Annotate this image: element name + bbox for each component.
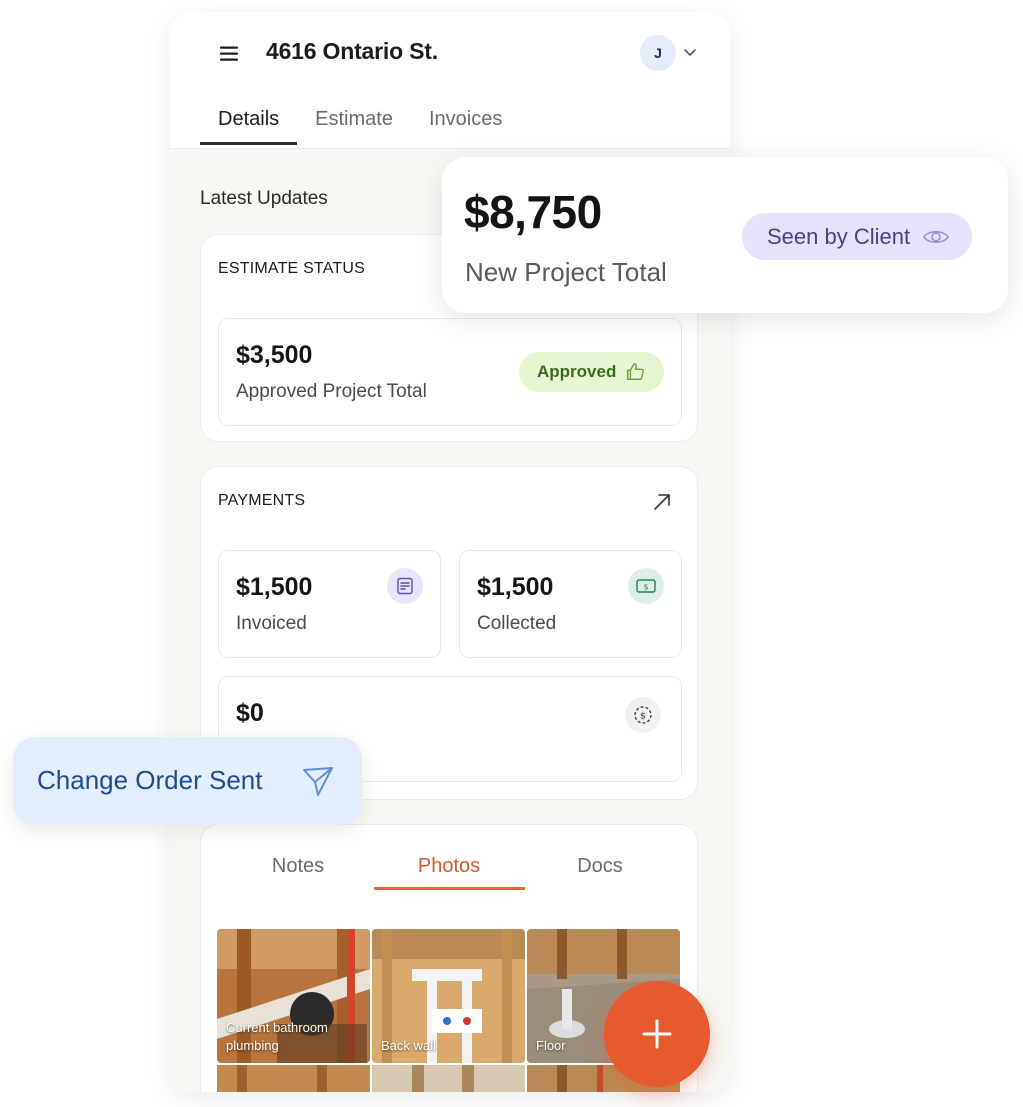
- plus-icon: [642, 1019, 672, 1049]
- remaining-amount: $0: [236, 699, 264, 727]
- invoiced-tile[interactable]: $1,500 Invoiced: [218, 550, 441, 658]
- add-button[interactable]: [604, 981, 710, 1087]
- estimate-status-title: ESTIMATE STATUS: [218, 260, 366, 277]
- tab-photos[interactable]: Photos: [373, 855, 525, 890]
- invoiced-amount: $1,500: [236, 573, 313, 601]
- tab-details[interactable]: Details: [200, 108, 298, 145]
- photo-bathroom-plumbing[interactable]: Current bathroom plumbing: [217, 929, 370, 1063]
- photo-image: [217, 1065, 370, 1092]
- change-order-label: Change Order Sent: [37, 765, 263, 795]
- hamburger-icon[interactable]: [218, 42, 242, 66]
- photo-back-wall[interactable]: Back wall: [372, 929, 525, 1063]
- send-icon: [303, 767, 333, 796]
- photo-image: [372, 1065, 525, 1092]
- tab-estimate[interactable]: Estimate: [297, 108, 411, 143]
- media-tab-bar: Notes Photos Docs: [201, 855, 697, 890]
- project-title: 4616 Ontario St.: [266, 38, 438, 64]
- top-bar: 4616 Ontario St. J Details Estimate Invo…: [170, 12, 730, 149]
- dollar-cycle-icon: $: [625, 697, 661, 733]
- thumbs-up-icon: [627, 363, 645, 381]
- new-total-label: New Project Total: [465, 257, 667, 287]
- tab-docs[interactable]: Docs: [525, 855, 676, 888]
- invoiced-label: Invoiced: [236, 613, 307, 634]
- cash-icon: $: [628, 568, 664, 604]
- change-order-sent-toast: Change Order Sent: [13, 737, 362, 825]
- arrow-up-right-icon[interactable]: [651, 491, 673, 513]
- latest-updates-heading: Latest Updates: [200, 188, 328, 209]
- svg-text:$: $: [640, 712, 646, 722]
- collected-amount: $1,500: [477, 573, 554, 601]
- tab-bar: Details Estimate Invoices: [200, 108, 520, 145]
- svg-text:$: $: [643, 583, 648, 592]
- photo-caption: Floor: [536, 1038, 566, 1053]
- payments-title: PAYMENTS: [218, 492, 306, 509]
- new-total-amount: $8,750: [464, 186, 602, 238]
- tab-invoices[interactable]: Invoices: [411, 108, 520, 143]
- photo-caption: Back wall: [381, 1038, 436, 1053]
- photo-row-2-item[interactable]: [217, 1065, 370, 1092]
- estimate-summary[interactable]: $3,500 Approved Project Total Approved: [218, 318, 682, 426]
- approved-badge: Approved: [519, 352, 665, 392]
- tab-notes[interactable]: Notes: [223, 855, 374, 888]
- avatar[interactable]: J: [640, 35, 676, 71]
- seen-by-client-badge: Seen by Client: [742, 213, 973, 260]
- photo-row-2-item[interactable]: [372, 1065, 525, 1092]
- approved-label: Approved Project Total: [236, 381, 427, 402]
- invoice-icon: [387, 568, 423, 604]
- collected-tile[interactable]: $1,500 Collected $: [459, 550, 682, 658]
- collected-label: Collected: [477, 613, 557, 634]
- approved-amount: $3,500: [236, 341, 313, 369]
- new-project-total-card: $8,750 New Project Total Seen by Client: [442, 157, 1008, 313]
- seen-badge-label: Seen by Client: [767, 223, 911, 249]
- chevron-down-icon[interactable]: [682, 44, 698, 60]
- approved-badge-label: Approved: [537, 362, 617, 381]
- photo-caption: Current bathroom plumbing: [226, 1020, 328, 1053]
- eye-icon: [923, 230, 950, 243]
